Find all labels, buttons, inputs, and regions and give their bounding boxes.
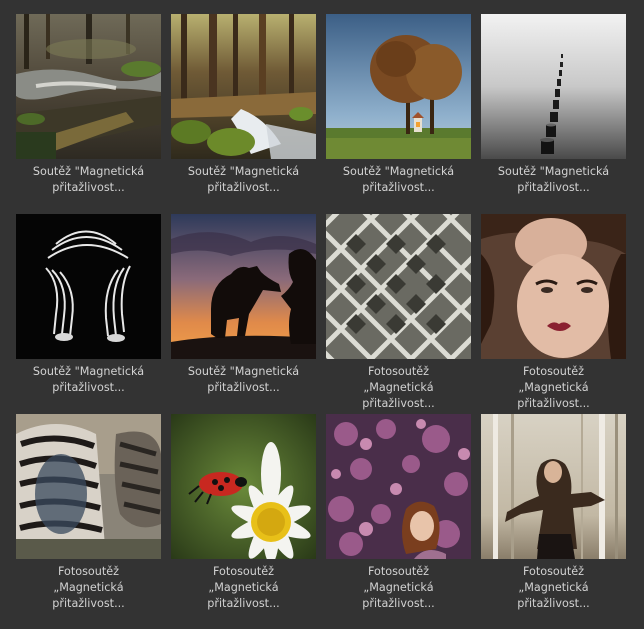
caption-line: přitažlivost...	[52, 181, 125, 194]
caption-line: Soutěž "Magnetická	[187, 165, 300, 178]
caption-line: přitažlivost...	[52, 381, 125, 394]
zebra-hug-photo	[16, 414, 161, 559]
caption-line: „Magnetická	[518, 381, 589, 394]
photo-gallery-page: Soutěž "Magnetická přitažlivost... Soutě…	[0, 0, 644, 629]
frosted-fence-photo	[326, 214, 471, 359]
caption-line: přitažlivost...	[207, 181, 280, 194]
gallery-item-caption[interactable]: Soutěž "Magnetická přitažlivost...	[8, 364, 169, 396]
caption-line: „Magnetická	[363, 381, 434, 394]
thumbnail-image[interactable]	[16, 14, 161, 159]
caption-line: „Magnetická	[518, 581, 589, 594]
caption-line: Fotosoutěž	[522, 365, 585, 378]
gallery-item-caption[interactable]: Soutěž "Magnetická přitažlivost...	[8, 164, 169, 196]
caption-line: Fotosoutěž	[367, 365, 430, 378]
thumbnail-image[interactable]	[481, 414, 626, 559]
thumbnail-image[interactable]	[171, 414, 316, 559]
gallery-item-caption[interactable]: Soutěž "Magnetická přitažlivost...	[163, 164, 324, 196]
caption-line: „Magnetická	[363, 581, 434, 594]
dog-silhouette-sunset-photo	[171, 214, 316, 359]
caption-line: „Magnetická	[53, 581, 124, 594]
caption-line: Fotosoutěž	[522, 565, 585, 578]
caption-line: Fotosoutěž	[212, 565, 275, 578]
caption-line: „Magnetická	[208, 581, 279, 594]
caption-line: přitažlivost...	[517, 597, 590, 610]
gallery-item-caption[interactable]: Fotosoutěž „Magnetická přitažlivost...	[318, 364, 479, 412]
thumbnail-image[interactable]	[481, 214, 626, 359]
caption-line: přitažlivost...	[517, 181, 590, 194]
ladybug-daisy-photo	[171, 414, 316, 559]
thumbnail-image[interactable]	[171, 214, 316, 359]
thumbnail-image[interactable]	[171, 14, 316, 159]
caption-line: Soutěž "Magnetická	[497, 165, 610, 178]
thumbnail-image[interactable]	[326, 414, 471, 559]
woman-fur-coat-birch-photo	[481, 414, 626, 559]
thumbnail-image[interactable]	[326, 214, 471, 359]
gallery-item-caption[interactable]: Fotosoutěž „Magnetická přitažlivost...	[473, 564, 634, 612]
caption-line: Soutěž "Magnetická	[342, 165, 455, 178]
striped-body-art-photo	[16, 214, 161, 359]
gallery-item-caption[interactable]: Soutěž "Magnetická přitažlivost...	[318, 164, 479, 196]
forest-waterfall-photo	[171, 14, 316, 159]
thumbnail-image[interactable]	[16, 214, 161, 359]
gallery-item-caption[interactable]: Fotosoutěž „Magnetická přitažlivost...	[318, 564, 479, 612]
caption-line: Soutěž "Magnetická	[187, 365, 300, 378]
caption-line: přitažlivost...	[52, 597, 125, 610]
gallery-item-caption[interactable]: Soutěž "Magnetická přitažlivost...	[473, 164, 634, 196]
wooden-posts-sea-photo	[481, 14, 626, 159]
thumbnail-image[interactable]	[481, 14, 626, 159]
caption-line: Soutěž "Magnetická	[32, 365, 145, 378]
thumbnail-image[interactable]	[326, 14, 471, 159]
caption-line: Fotosoutěž	[367, 565, 430, 578]
gallery-item-caption[interactable]: Fotosoutěž „Magnetická přitažlivost...	[8, 564, 169, 612]
caption-line: přitažlivost...	[362, 397, 435, 410]
forest-stream-photo	[16, 14, 161, 159]
caption-line: Fotosoutěž	[57, 565, 120, 578]
gallery-item-caption[interactable]: Fotosoutěž „Magnetická přitažlivost...	[473, 364, 634, 412]
gallery-item-caption[interactable]: Fotosoutěž „Magnetická přitažlivost...	[163, 564, 324, 612]
woman-magnolia-photo	[326, 414, 471, 559]
two-women-portrait-photo	[481, 214, 626, 359]
caption-line: přitažlivost...	[517, 397, 590, 410]
gallery-item-caption[interactable]: Soutěž "Magnetická přitažlivost...	[163, 364, 324, 396]
caption-line: přitažlivost...	[362, 181, 435, 194]
caption-line: přitažlivost...	[207, 597, 280, 610]
caption-line: přitažlivost...	[362, 597, 435, 610]
lone-tree-chapel-photo	[326, 14, 471, 159]
caption-line: přitažlivost...	[207, 381, 280, 394]
thumbnail-image[interactable]	[16, 414, 161, 559]
caption-line: Soutěž "Magnetická	[32, 165, 145, 178]
